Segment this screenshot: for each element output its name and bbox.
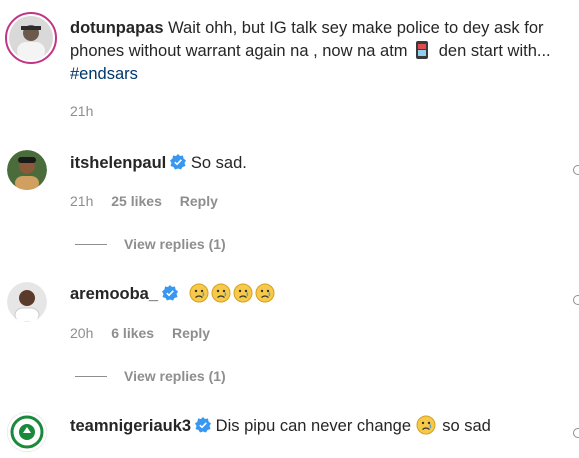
caption-time[interactable]: 21h <box>70 103 93 119</box>
comment-text: itshelenpaul So sad. <box>70 152 247 175</box>
avatar-itshelenpaul[interactable] <box>7 150 47 190</box>
phone-emoji-icon <box>416 41 429 59</box>
sad-face-emoji-icon <box>233 283 253 303</box>
view-replies-button[interactable]: View replies (1) <box>75 368 226 384</box>
like-heart-icon[interactable] <box>573 295 579 305</box>
avatar-image <box>7 282 47 322</box>
comment-body-end: so sad <box>442 417 491 435</box>
comment-body: Dis pipu can never change <box>215 417 412 435</box>
view-replies-label[interactable]: View replies (1) <box>124 368 226 384</box>
sad-emoji-group <box>189 283 277 303</box>
caption-text: dotunpapas Wait ohh, but IG talk sey mak… <box>70 17 570 86</box>
avatar-image <box>7 412 47 452</box>
comment-likes[interactable]: 25 likes <box>111 193 162 209</box>
comment-meta: 21h 25 likes Reply <box>70 193 232 209</box>
comment-time[interactable]: 20h <box>70 325 93 341</box>
replies-divider-line <box>75 243 107 245</box>
avatar-image <box>7 150 47 190</box>
verified-badge-icon <box>162 285 179 301</box>
caption-body-end: den start with... <box>438 42 551 60</box>
hashtag-link[interactable]: #endsars <box>70 65 138 83</box>
avatar-aremooba[interactable] <box>7 282 47 322</box>
comment-username[interactable]: teamnigeriauk3 <box>70 417 191 435</box>
verified-badge-icon <box>170 154 187 170</box>
comment-text: teamnigeriauk3 Dis pipu can never change… <box>70 415 491 438</box>
comment-likes[interactable]: 6 likes <box>111 325 154 341</box>
comment-username[interactable]: aremooba_ <box>70 285 158 303</box>
avatar-teamnigeriauk3[interactable] <box>7 412 47 452</box>
view-replies-label[interactable]: View replies (1) <box>124 236 226 252</box>
reply-button[interactable]: Reply <box>180 193 218 209</box>
sad-face-emoji-icon <box>416 415 436 435</box>
caption-meta: 21h <box>70 103 107 119</box>
sad-face-emoji-icon <box>211 283 231 303</box>
replies-divider-line <box>75 375 107 377</box>
reply-button[interactable]: Reply <box>172 325 210 341</box>
comment-text: aremooba_ <box>70 283 277 306</box>
sad-face-emoji-icon <box>189 283 209 303</box>
verified-badge-icon <box>195 417 212 433</box>
like-heart-icon[interactable] <box>573 428 579 438</box>
sad-face-emoji-icon <box>255 283 275 303</box>
avatar-image <box>9 16 53 60</box>
like-heart-icon[interactable] <box>573 165 579 175</box>
avatar-dotunpapas[interactable] <box>5 12 57 64</box>
comment-body: So sad. <box>190 154 247 172</box>
view-replies-button[interactable]: View replies (1) <box>75 236 226 252</box>
comment-meta: 20h 6 likes Reply <box>70 325 224 341</box>
comment-username[interactable]: itshelenpaul <box>70 154 166 172</box>
caption-username[interactable]: dotunpapas <box>70 19 164 37</box>
comment-time[interactable]: 21h <box>70 193 93 209</box>
